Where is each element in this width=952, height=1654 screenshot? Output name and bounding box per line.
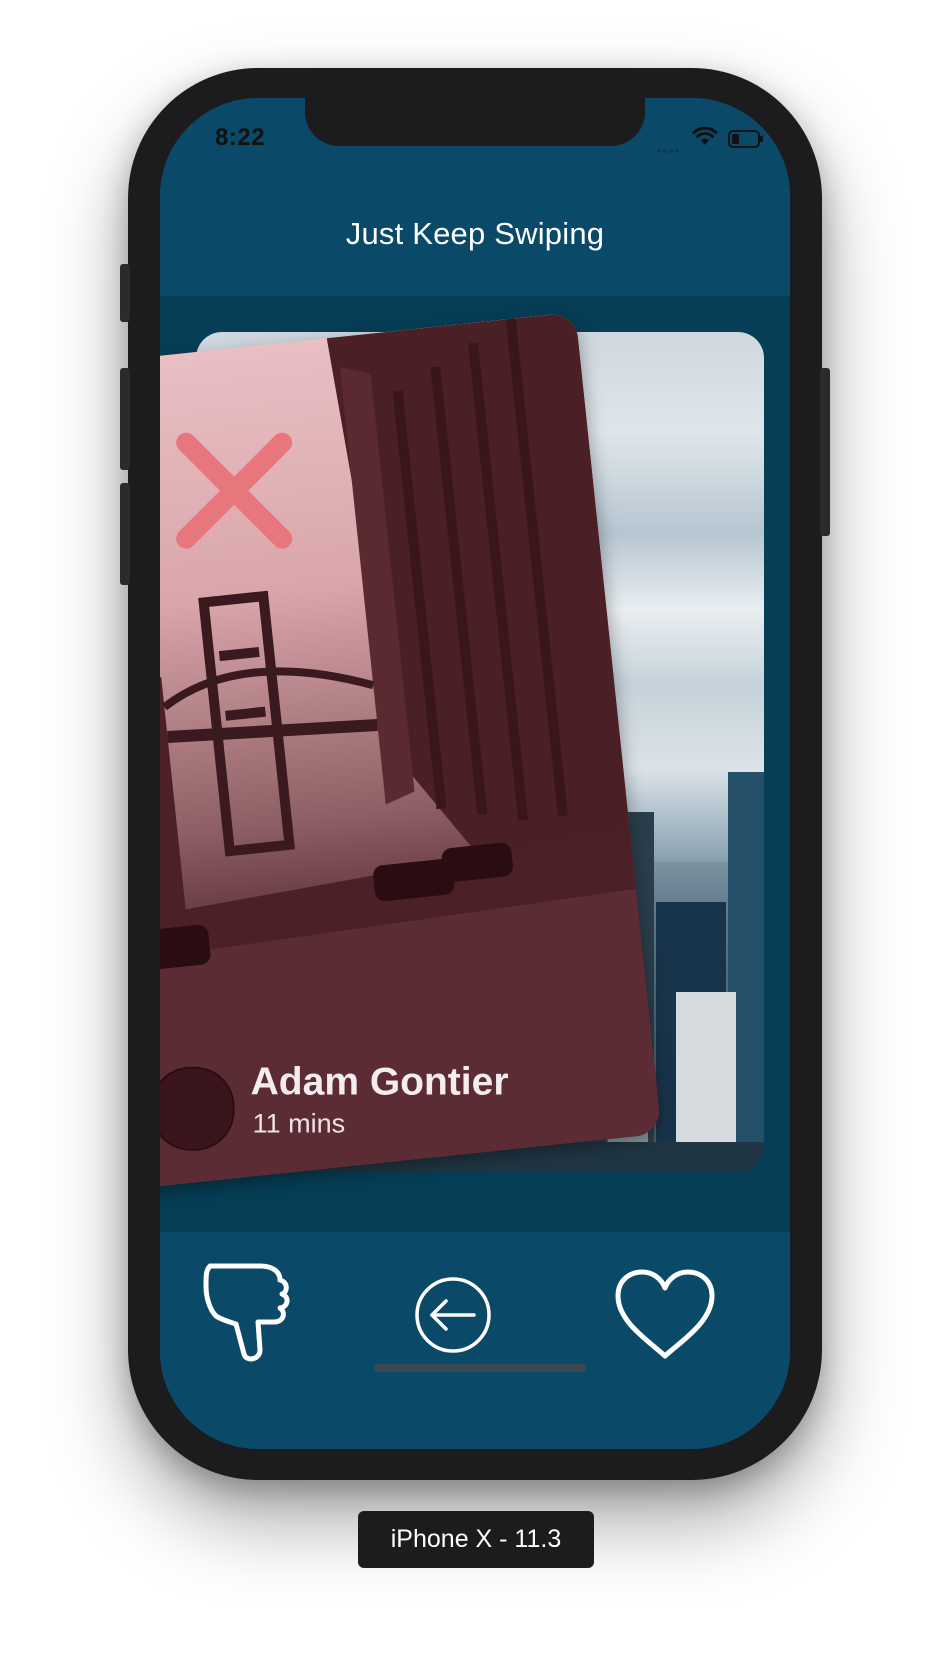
notch bbox=[305, 98, 645, 146]
back-arrow-circle-icon[interactable] bbox=[408, 1270, 498, 1360]
mute-switch bbox=[120, 264, 130, 322]
card-stack: Adam Gontier 11 mins bbox=[160, 296, 790, 1232]
status-time: 8:22 bbox=[215, 124, 266, 151]
x-icon bbox=[176, 432, 293, 549]
heart-icon[interactable] bbox=[610, 1266, 720, 1366]
profile-name: Adam Gontier bbox=[250, 1060, 509, 1104]
battery-icon bbox=[728, 130, 763, 148]
wifi-icon bbox=[692, 126, 718, 145]
home-indicator[interactable] bbox=[374, 1364, 586, 1372]
volume-down-button bbox=[120, 483, 130, 585]
profile-subtitle: 11 mins bbox=[252, 1108, 346, 1139]
screen: 8:22 Just Keep Swiping Adam Gontier 11 m… bbox=[160, 98, 790, 1449]
thumbs-down-icon[interactable] bbox=[200, 1258, 310, 1368]
status-bar: 8:22 bbox=[160, 98, 790, 172]
profile-card[interactable]: Adam Gontier 11 mins bbox=[160, 312, 662, 1190]
signal-icon bbox=[657, 140, 685, 153]
avatar bbox=[160, 1066, 235, 1151]
power-button bbox=[820, 368, 830, 536]
device-label: iPhone X - 11.3 bbox=[358, 1511, 594, 1568]
volume-up-button bbox=[120, 368, 130, 470]
nav-title: Just Keep Swiping bbox=[345, 216, 605, 251]
